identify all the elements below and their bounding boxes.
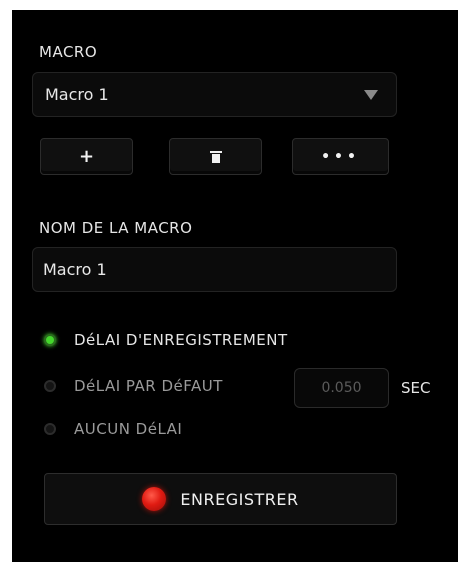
add-macro-button[interactable]: +: [40, 138, 133, 175]
default-delay-input[interactable]: 0.050: [294, 368, 389, 408]
macro-section-title: MACRO: [39, 43, 98, 61]
record-icon: [142, 487, 167, 511]
record-button[interactable]: ENREGISTRER: [44, 473, 397, 525]
more-options-button[interactable]: •••: [292, 138, 389, 175]
dropdown-arrow-icon: [364, 90, 378, 100]
radio-no-delay[interactable]: AUCUN DéLAI: [44, 418, 182, 440]
radio-default-delay-label: DéLAI PAR DéFAUT: [74, 377, 223, 395]
macro-name-input[interactable]: Macro 1: [32, 247, 397, 292]
delete-macro-button[interactable]: [169, 138, 262, 175]
macro-name-title: NOM DE LA MACRO: [39, 219, 193, 237]
record-button-label: ENREGISTRER: [180, 489, 299, 509]
macro-name-value: Macro 1: [43, 260, 107, 279]
radio-selected-icon: [44, 334, 56, 346]
radio-unselected-icon: [44, 423, 56, 435]
macro-panel: MACRO Macro 1 + ••• NOM DE LA MACRO Macr…: [12, 10, 458, 562]
selected-macro-value: Macro 1: [45, 85, 109, 104]
plus-icon: +: [78, 146, 95, 167]
radio-default-delay[interactable]: DéLAI PAR DéFAUT: [44, 375, 223, 397]
radio-record-delay[interactable]: DéLAI D'ENREGISTREMENT: [44, 329, 288, 351]
macro-select-dropdown[interactable]: Macro 1: [32, 72, 397, 117]
more-dots-icon: •••: [321, 148, 360, 165]
delay-unit-label: SEC: [401, 379, 431, 397]
trash-icon: [209, 150, 222, 163]
radio-unselected-icon: [44, 380, 56, 392]
radio-record-delay-label: DéLAI D'ENREGISTREMENT: [74, 331, 288, 349]
radio-no-delay-label: AUCUN DéLAI: [74, 420, 183, 438]
